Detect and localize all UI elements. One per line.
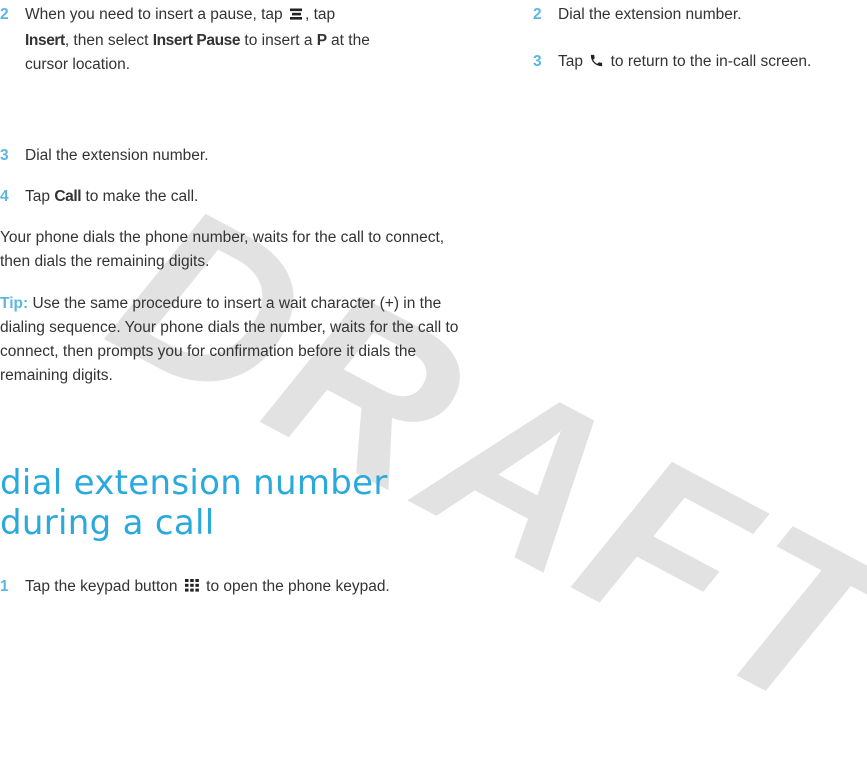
step-text: Tap to return to the in-call screen. — [558, 50, 867, 76]
menu-icon — [289, 5, 303, 29]
dialing-explanation: Your phone dials the phone number, waits… — [0, 229, 445, 270]
tip-paragraph: Tip: Use the same procedure to insert a … — [0, 292, 470, 388]
tip-label: Tip: — [0, 295, 29, 312]
step-number: 1 — [0, 578, 9, 595]
tip-text: Use the same procedure to insert a wait … — [0, 295, 459, 384]
step-text-part: Tap the keypad button — [25, 578, 178, 595]
step-text: When you need to insert a pause, tap , t… — [25, 3, 445, 77]
step-text-part: cursor location. — [25, 56, 131, 73]
pause-character: P — [316, 32, 327, 49]
step-text-part: to make the call. — [85, 188, 199, 205]
insert-pause-option: Insert Pause — [152, 32, 241, 49]
call-option: Call — [54, 188, 82, 205]
step-number: 3 — [0, 147, 9, 164]
step-text: Dial the extension number. — [25, 147, 209, 164]
step-text-part: , tap — [304, 6, 336, 23]
step-number: 2 — [533, 6, 542, 23]
step-text-part: at the — [331, 32, 370, 49]
step-text-part: to return to the in-call screen. — [610, 53, 812, 70]
step-number: 3 — [533, 53, 542, 70]
insert-option: Insert — [25, 32, 65, 49]
step-text-part: Tap — [25, 188, 50, 205]
section-heading: dial extension number during a call — [0, 463, 470, 543]
step-text-part: , then select — [64, 32, 149, 49]
step-text-part: to open the phone keypad. — [206, 578, 390, 595]
step-text: Tap the keypad button to open the phone … — [25, 575, 445, 601]
phone-icon — [589, 52, 604, 76]
step-text-part: When you need to insert a pause, tap — [25, 6, 283, 23]
step-number: 2 — [0, 6, 9, 23]
step-text: Dial the extension number. — [558, 6, 742, 23]
heading-line: dial extension number — [0, 463, 388, 503]
step-text-part: Tap — [558, 53, 583, 70]
heading-line: during a call — [0, 503, 215, 543]
step-text-part: to insert a — [244, 32, 313, 49]
keypad-icon — [184, 577, 200, 601]
step-number: 4 — [0, 188, 9, 205]
step-text: Tap Call to make the call. — [25, 185, 445, 209]
